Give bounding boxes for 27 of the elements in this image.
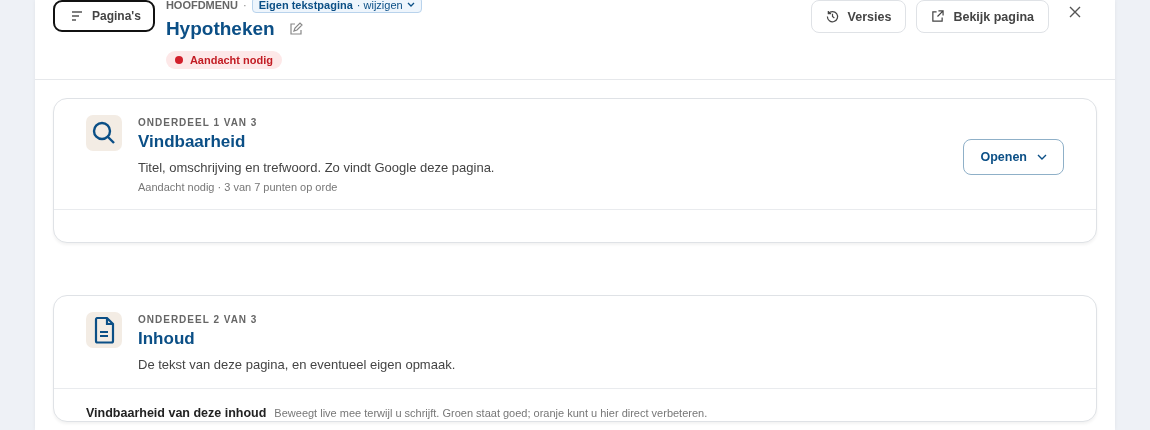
separator: ·: [243, 0, 247, 11]
subsection-title: Vindbaarheid van deze inhoud: [86, 406, 267, 420]
section-title: Vindbaarheid: [138, 132, 247, 152]
page-title: Hypotheken: [165, 18, 275, 40]
versions-button[interactable]: Versies: [810, 0, 907, 33]
chevron-icon: [406, 2, 415, 8]
open-button[interactable]: Openen: [963, 139, 1064, 175]
view-page-button[interactable]: Bekijk pagina: [916, 0, 1049, 33]
external-link-icon: [931, 10, 945, 23]
pages-button[interactable]: Pagina's: [53, 0, 155, 32]
status-badge: Aandacht nodig: [165, 51, 282, 69]
breadcrumb: HOOFDMENU: [165, 0, 238, 11]
menu-icon: [71, 11, 83, 21]
subsection-note: Beweegt live mee terwijl u schrijft. Groen staat goed; oranje kunt u hier direct verbeteren.: [274, 407, 708, 419]
section-label: ONDERDEEL 1 VAN 3: [138, 117, 259, 128]
section-description: De tekst van deze pagina, en eventueel eigen opmaak.: [138, 357, 457, 372]
close-icon[interactable]: [1069, 5, 1081, 18]
edit-icon[interactable]: [288, 22, 303, 36]
section-title: Inhoud: [138, 329, 196, 349]
chevron-icon: [1037, 154, 1047, 160]
section-description: Titel, omschrijving en trefwoord. Zo vindt Google deze pagina.: [138, 160, 496, 175]
history-icon: [825, 10, 839, 23]
document-icon: [86, 312, 122, 348]
page-type-dropdown[interactable]: Eigen tekstpagina · wijzigen: [251, 0, 422, 13]
section-label: ONDERDEEL 2 VAN 3: [138, 314, 259, 325]
search-icon: [86, 115, 122, 151]
section-status: Aandacht nodig · 3 van 7 punten op orde: [138, 181, 339, 193]
